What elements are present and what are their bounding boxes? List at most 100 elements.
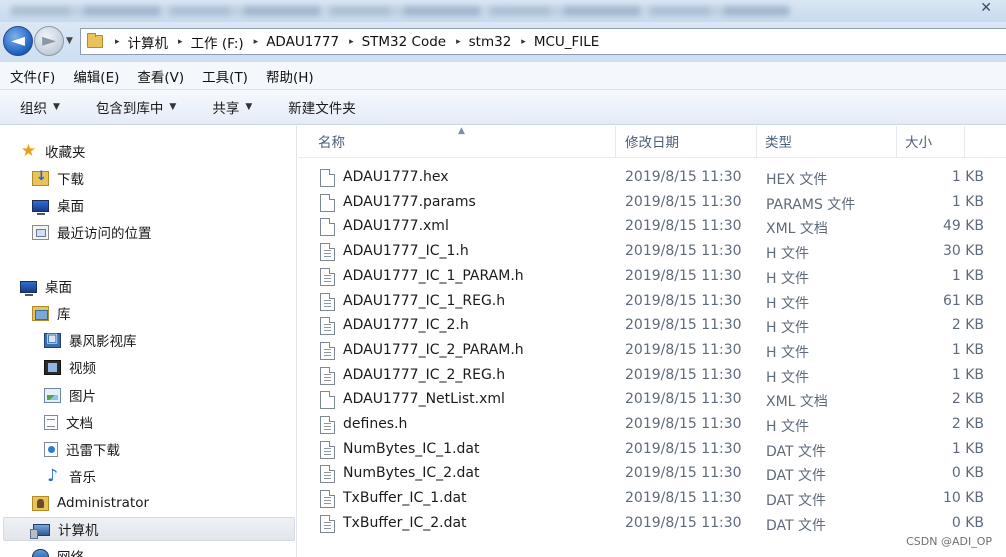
nav-favorites[interactable]: ★ 收藏夹: [20, 139, 86, 163]
history-dropdown-icon[interactable]: ▼: [66, 36, 73, 46]
nav-baofeng-video-library[interactable]: 暴风影视库: [44, 328, 137, 352]
address-bar[interactable]: ▸ 计算机 ▸ 工作 (F:) ▸ ADAU1777 ▸ STM32 Code …: [80, 28, 1006, 55]
file-type: H 文件: [766, 344, 809, 361]
nav-downloads[interactable]: 下载: [32, 166, 84, 190]
menu-file[interactable]: 文件(F): [10, 66, 55, 86]
breadcrumb-computer[interactable]: 计算机: [128, 32, 169, 52]
nav-thunder-downloads[interactable]: 迅雷下载: [44, 437, 120, 461]
breadcrumb-stm32-code[interactable]: STM32 Code: [362, 34, 447, 50]
desktop-icon: [20, 280, 37, 296]
file-name: ADAU1777_IC_2_PARAM.h: [343, 341, 524, 358]
nav-videos[interactable]: 视频: [44, 355, 96, 379]
column-header-name[interactable]: 名称: [310, 126, 616, 158]
back-arrow-icon: ◄: [11, 30, 25, 51]
nav-computer[interactable]: 计算机: [3, 517, 295, 541]
file-size: 1 KB: [951, 193, 984, 210]
file-row[interactable]: ADAU1777_IC_1.h 2019/8/15 11:30 H 文件 30 KB: [298, 240, 1006, 264]
menu-view[interactable]: 查看(V): [137, 66, 184, 86]
blank-file-icon: [320, 169, 335, 187]
file-row[interactable]: ADAU1777.xml 2019/8/15 11:30 XML 文档 49 KB: [298, 215, 1006, 239]
nav-network[interactable]: 网络: [32, 544, 84, 557]
download-folder-icon: [32, 169, 49, 186]
file-row[interactable]: TxBuffer_IC_1.dat 2019/8/15 11:30 DAT 文件 10…: [298, 487, 1006, 511]
breadcrumb-separator-icon[interactable]: ▸: [254, 37, 259, 47]
nav-documents[interactable]: 文档: [44, 410, 93, 434]
share-label: 共享: [212, 101, 240, 117]
text-file-icon: [320, 490, 335, 509]
breadcrumb-adau1777[interactable]: ADAU1777: [266, 34, 339, 50]
nav-label: 计算机: [58, 523, 99, 539]
organize-button[interactable]: 组织 ▼: [20, 97, 60, 117]
file-row[interactable]: TxBuffer_IC_2.dat 2019/8/15 11:30 DAT 文件 0 …: [298, 512, 1006, 536]
menu-tools[interactable]: 工具(T): [202, 66, 248, 86]
file-type: H 文件: [766, 295, 809, 312]
file-modified-date: 2019/8/15 11:30: [625, 341, 742, 358]
file-size: 49 KB: [942, 218, 984, 235]
file-row[interactable]: ADAU1777_IC_1_PARAM.h 2019/8/15 11:30 H 文件…: [298, 265, 1006, 289]
file-row[interactable]: NumBytes_IC_1.dat 2019/8/15 11:30 DAT 文件 1 …: [298, 438, 1006, 462]
file-name: TxBuffer_IC_2.dat: [343, 514, 467, 531]
nav-desktop[interactable]: 桌面: [20, 274, 72, 298]
text-file-icon: [320, 292, 335, 311]
breadcrumb-separator-icon[interactable]: ▸: [456, 37, 461, 47]
menu-help[interactable]: 帮助(H): [266, 66, 314, 86]
forward-arrow-icon: ►: [42, 30, 56, 51]
file-row[interactable]: ADAU1777_IC_2.h 2019/8/15 11:30 H 文件 2 KB: [298, 314, 1006, 338]
navigation-pane[interactable]: ★ 收藏夹 下载 桌面 最近访问的位置 桌面 库 暴风影视库 视频 图片 文档 …: [0, 126, 297, 557]
text-file-icon: [320, 416, 335, 434]
breadcrumb-mcu-file[interactable]: MCU_FILE: [534, 34, 600, 50]
nav-label: 文档: [66, 416, 93, 432]
file-row[interactable]: ADAU1777_IC_1_REG.h 2019/8/15 11:30 H 文件 61…: [298, 290, 1006, 314]
file-row[interactable]: ADAU1777.params 2019/8/15 11:30 PARAMS 文件 1…: [298, 191, 1006, 215]
column-header-size[interactable]: 大小: [897, 126, 965, 158]
column-header-date[interactable]: 修改日期: [617, 126, 757, 158]
file-type: DAT 文件: [766, 517, 827, 534]
chevron-down-icon: ▼: [169, 102, 177, 112]
forward-button[interactable]: ►: [34, 26, 64, 56]
nav-label: Administrator: [57, 495, 150, 511]
breadcrumb-drive-f[interactable]: 工作 (F:): [191, 32, 244, 52]
user-folder-icon: [32, 495, 49, 511]
breadcrumb-separator-icon[interactable]: ▸: [349, 37, 354, 47]
blank-file-icon: [320, 218, 335, 237]
breadcrumb-separator-icon[interactable]: ▸: [521, 37, 526, 47]
nav-music[interactable]: ♪ 音乐: [44, 464, 96, 488]
back-button[interactable]: ◄: [3, 26, 33, 56]
file-type: H 文件: [766, 270, 809, 287]
nav-library[interactable]: 库: [32, 301, 71, 325]
network-icon: [32, 548, 49, 557]
breadcrumb-separator-icon[interactable]: ▸: [115, 37, 120, 47]
file-row[interactable]: ADAU1777_NetList.xml 2019/8/15 11:30 XML 文…: [298, 388, 1006, 412]
nav-recent-places[interactable]: 最近访问的位置: [32, 220, 152, 244]
nav-favorites-desktop[interactable]: 桌面: [32, 193, 84, 217]
share-button[interactable]: 共享 ▼: [212, 97, 252, 117]
document-icon: [44, 414, 58, 430]
nav-label: 库: [57, 307, 71, 323]
file-row[interactable]: NumBytes_IC_2.dat 2019/8/15 11:30 DAT 文件 0 …: [298, 462, 1006, 486]
file-size: 1 KB: [951, 169, 984, 185]
file-row[interactable]: ADAU1777_IC_2_PARAM.h 2019/8/15 11:30 H 文件…: [298, 339, 1006, 363]
file-modified-date: 2019/8/15 11:30: [625, 317, 742, 334]
breadcrumb-separator-icon[interactable]: ▸: [178, 37, 183, 47]
include-in-library-button[interactable]: 包含到库中 ▼: [96, 97, 176, 117]
file-list-pane[interactable]: ▲ 名称 修改日期 类型 大小 ADAU1777.hex 2019/8/15 11…: [298, 126, 1006, 557]
recent-places-icon: [32, 224, 49, 240]
close-window-icon[interactable]: ✕: [980, 0, 992, 16]
file-name: TxBuffer_IC_1.dat: [343, 490, 467, 507]
nav-pictures[interactable]: 图片: [44, 383, 96, 407]
file-row[interactable]: ADAU1777.hex 2019/8/15 11:30 HEX 文件 1 KB: [298, 166, 1006, 190]
file-name: NumBytes_IC_1.dat: [343, 440, 480, 457]
file-modified-date: 2019/8/15 11:30: [625, 490, 742, 507]
column-header-type[interactable]: 类型: [757, 126, 897, 158]
address-row: ◄ ► ▼ ▸ 计算机 ▸ 工作 (F:) ▸ ADAU1777 ▸ STM32…: [0, 22, 1006, 62]
nav-administrator[interactable]: Administrator: [32, 491, 149, 515]
breadcrumb-stm32[interactable]: stm32: [469, 34, 512, 50]
new-folder-button[interactable]: 新建文件夹: [288, 97, 356, 117]
file-size: 61 KB: [942, 292, 984, 309]
menu-edit[interactable]: 编辑(E): [73, 66, 119, 86]
file-size: 2 KB: [951, 317, 984, 334]
nav-label: 收藏夹: [45, 145, 86, 161]
file-row[interactable]: defines.h 2019/8/15 11:30 H 文件 2 KB: [298, 413, 1006, 437]
window-title-bar: ✕: [0, 0, 1006, 22]
file-row[interactable]: ADAU1777_IC_2_REG.h 2019/8/15 11:30 H 文件 1 …: [298, 364, 1006, 388]
